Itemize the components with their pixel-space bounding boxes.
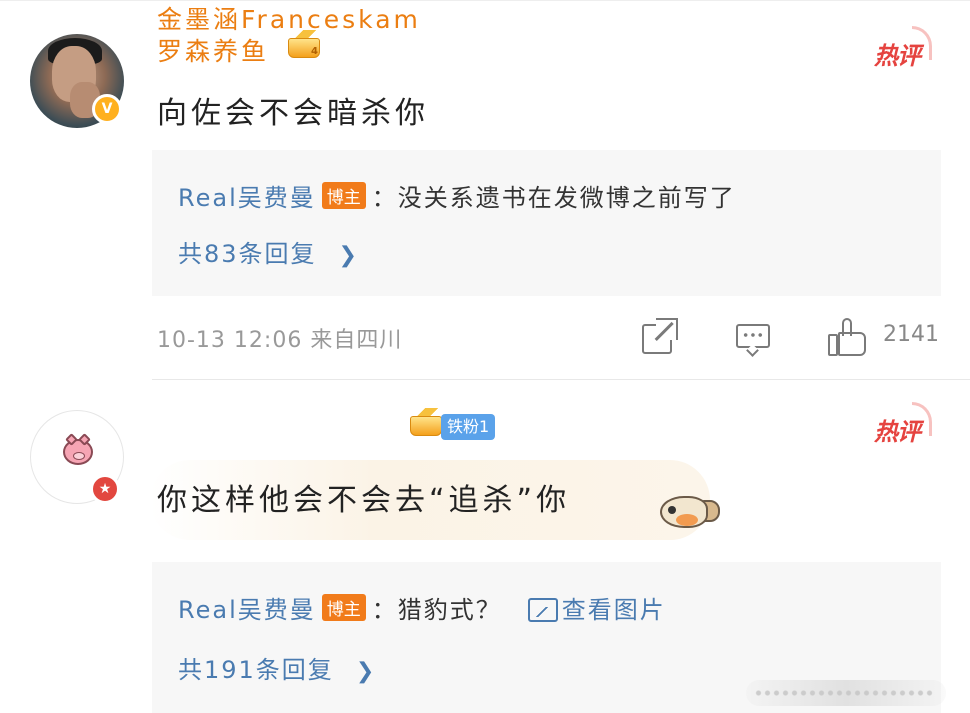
hot-label: 热评 <box>874 42 921 70</box>
verified-v-icon: V <box>92 94 122 124</box>
like-hand <box>838 332 866 356</box>
hot-comment-badge: 热评 <box>874 26 932 70</box>
reply-preview[interactable]: Real吴费曼 博主 ：没关系遗书在发微博之前写了 共83条回复 ❯ <box>152 150 941 296</box>
reply-count-text: 共83条回复 <box>178 240 317 268</box>
view-image-link[interactable]: 查看图片 <box>562 596 666 624</box>
comment-content: 向佐会不会暗杀你 <box>157 96 429 131</box>
hot-label: 热评 <box>874 418 921 446</box>
blogger-tag: 博主 <box>321 594 366 621</box>
username[interactable]: 罗森养鱼 <box>157 32 269 68</box>
watermark <box>746 680 946 706</box>
comment-content: 你这样他会不会去“追杀”你 <box>157 483 571 518</box>
username[interactable]: 金墨涵Franceskam <box>157 0 421 36</box>
share-icon[interactable] <box>642 318 678 354</box>
image-icon <box>527 598 558 622</box>
fan-badge[interactable]: 铁粉1 <box>441 414 496 440</box>
fish-sticker-icon <box>656 490 722 534</box>
pig-icon <box>63 433 93 465</box>
reply-text: ：猎豹式？ <box>371 596 502 624</box>
pig-ear <box>65 433 78 446</box>
hot-comment-badge: 热评 <box>874 402 932 446</box>
like-count: 2141 <box>883 322 939 347</box>
blogger-tag: 博主 <box>321 182 366 209</box>
reply-count-text: 共191条回复 <box>178 656 334 684</box>
chevron-right-icon: ❯ <box>338 243 359 268</box>
star-badge-icon: ★ <box>90 474 120 504</box>
reply-line: Real吴费曼 博主 ：猎豹式？ 查看图片 <box>178 590 666 625</box>
fish-belly <box>676 514 698 526</box>
crown-icon[interactable] <box>410 408 442 436</box>
reply-line: Real吴费曼 博主 ：没关系遗书在发微博之前写了 <box>178 178 736 213</box>
watermark-dots <box>754 686 934 700</box>
comment-item: V 罗森养鱼 4 热评 向佐会不会暗杀你 Real吴费曼 博主 ：没关系遗书在发微博… <box>0 0 970 380</box>
reply-username[interactable]: Real吴费曼 <box>178 596 316 624</box>
reply-text: ：没关系遗书在发微博之前写了 <box>371 184 736 212</box>
crown-body <box>410 416 442 436</box>
reply-username[interactable]: Real吴费曼 <box>178 184 316 212</box>
crown-level: 4 <box>311 46 318 57</box>
comment-dots <box>742 333 764 337</box>
reply-count-link[interactable]: 共83条回复 ❯ <box>178 234 359 269</box>
like-icon[interactable] <box>828 318 868 358</box>
fish-eye <box>668 506 676 514</box>
pig-ear <box>78 433 91 446</box>
comment-meta: 10-13 12:06 来自四川 <box>157 328 403 353</box>
like-base <box>828 334 838 356</box>
pig-snout <box>73 452 85 460</box>
comment-icon[interactable] <box>736 318 772 357</box>
reply-count-link[interactable]: 共191条回复 ❯ <box>178 650 376 685</box>
chevron-right-icon: ❯ <box>355 659 377 684</box>
